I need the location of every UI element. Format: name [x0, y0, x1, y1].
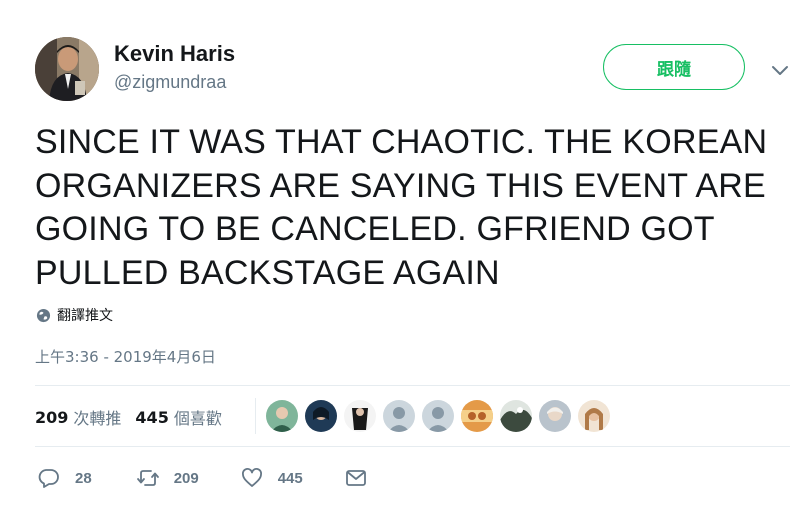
divider [35, 446, 790, 447]
liker-avatar[interactable] [578, 400, 610, 432]
chevron-down-icon[interactable] [768, 58, 792, 82]
direct-message-button[interactable] [344, 466, 368, 490]
follow-button[interactable]: 跟隨 [603, 44, 745, 90]
avatar[interactable] [35, 37, 99, 101]
retweet-stat[interactable]: 209 次轉推 [35, 405, 121, 429]
tweet-actions: 28 209 445 [37, 466, 368, 490]
like-count: 445 [135, 407, 169, 427]
liker-avatar[interactable] [305, 400, 337, 432]
like-label: 個喜歡 [173, 409, 222, 428]
like-button[interactable]: 445 [240, 466, 303, 490]
default-avatar-icon[interactable] [383, 400, 415, 432]
user-handle[interactable]: @zigmundraa [114, 72, 226, 93]
reply-icon [38, 469, 59, 488]
like-action-count: 445 [277, 469, 303, 487]
default-avatar-icon[interactable] [422, 400, 454, 432]
tweet-line: GOING TO BE CANCELED. GFRIEND GOT [35, 210, 715, 248]
envelope-icon [345, 470, 366, 486]
user-name[interactable]: Kevin Haris [114, 41, 235, 67]
liker-avatar[interactable] [500, 400, 532, 432]
retweet-button[interactable]: 209 [136, 466, 199, 490]
tweet-line: PULLED BACKSTAGE AGAIN [35, 253, 500, 292]
retweet-icon [136, 470, 159, 486]
reply-button[interactable]: 28 [37, 466, 92, 490]
stats-separator [255, 398, 256, 434]
translate-tweet-link[interactable]: 翻譯推文 [36, 305, 113, 325]
retweet-count: 209 [35, 407, 69, 427]
liker-avatar[interactable] [539, 400, 571, 432]
tweet-stats: 209 次轉推 445 個喜歡 [35, 405, 236, 429]
reply-count: 28 [75, 469, 92, 487]
divider [35, 385, 790, 386]
tweet-card: Kevin Haris @zigmundraa 跟隨 SINCE IT WAS … [0, 0, 812, 515]
translate-label: 翻譯推文 [57, 308, 113, 324]
retweet-label: 次轉推 [73, 409, 122, 428]
tweet-line: SINCE IT WAS THAT CHAOTIC. THE KOREAN [35, 123, 768, 161]
like-stat[interactable]: 445 個喜歡 [135, 405, 221, 429]
liker-avatar[interactable] [266, 400, 298, 432]
tweet-text: SINCE IT WAS THAT CHAOTIC. THE KOREAN OR… [35, 121, 795, 295]
liker-avatars [266, 400, 617, 432]
heart-icon [241, 468, 262, 487]
retweet-action-count: 209 [173, 469, 199, 487]
tweet-line: ORGANIZERS ARE SAYING THIS EVENT ARE [35, 166, 766, 205]
tweet-timestamp[interactable]: 上午3:36 - 2019年4月6日 [35, 346, 216, 367]
liker-avatar[interactable] [461, 400, 493, 432]
globe-icon [36, 308, 51, 322]
liker-avatar[interactable] [344, 400, 376, 432]
